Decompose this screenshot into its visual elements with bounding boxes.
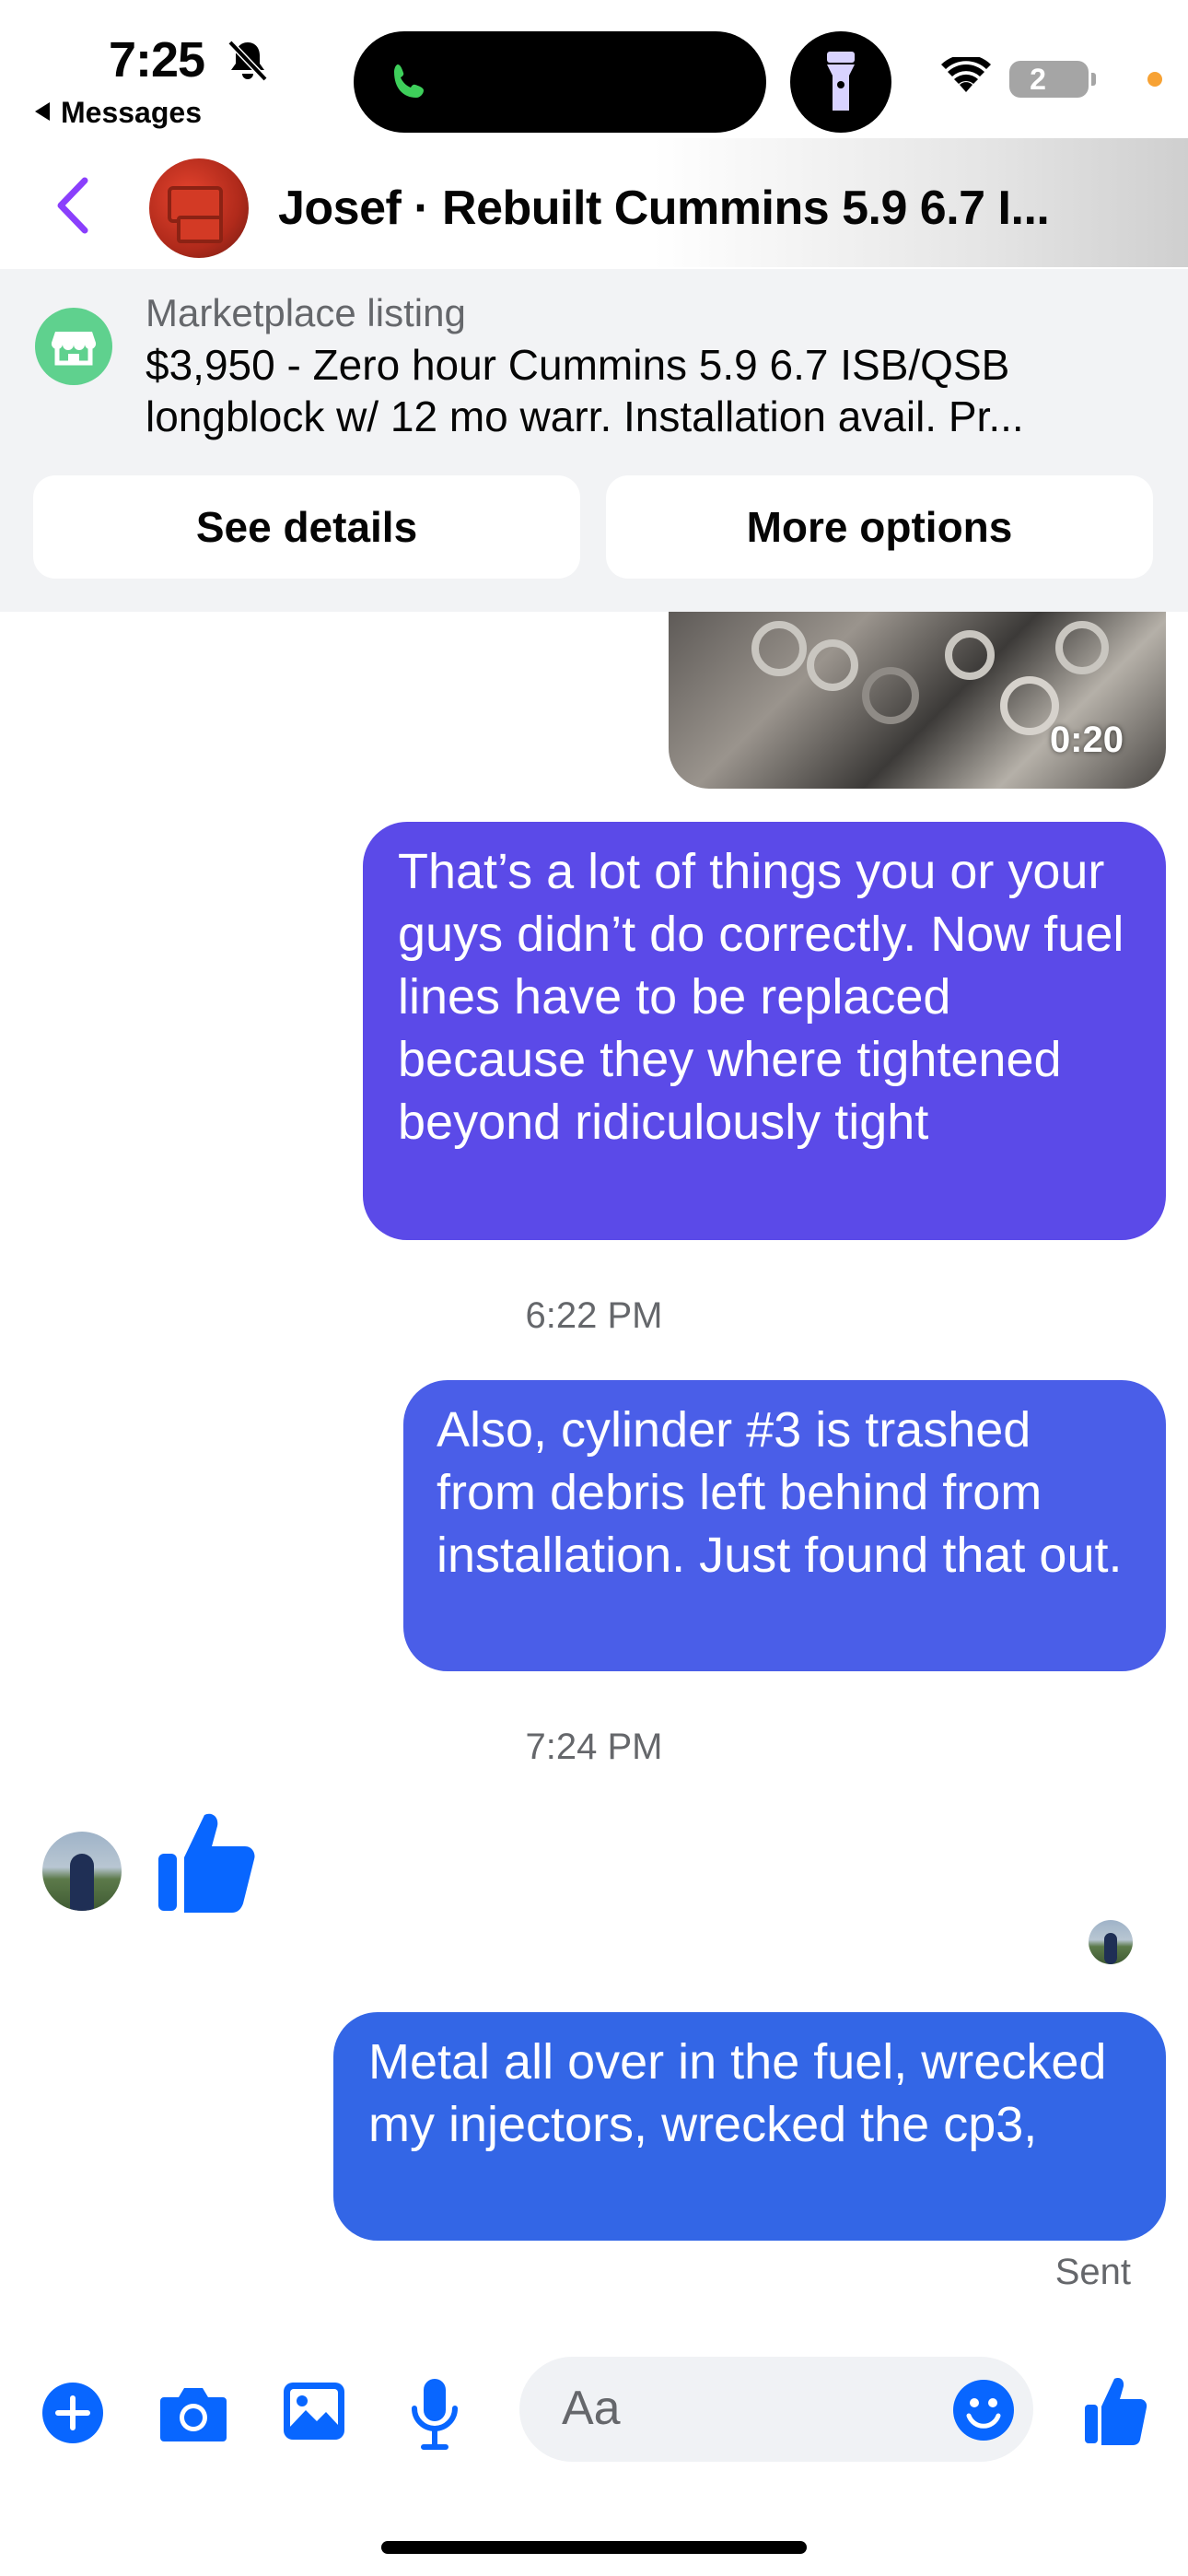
emoji-icon[interactable] [952,2379,1015,2441]
status-bar: 7:25 Messages 2 [0,0,1188,138]
listing-description[interactable]: $3,950 - Zero hour Cummins 5.9 6.7 ISB/Q… [146,339,1140,442]
camera-icon[interactable] [158,2383,228,2443]
microphone-icon[interactable] [409,2377,460,2451]
chevron-left-icon[interactable] [46,173,101,238]
see-details-button[interactable]: See details [33,475,580,579]
chat-header: Josef · Rebuilt Cummins 5.9 6.7 I... [0,138,1188,267]
chat-title[interactable]: Josef · Rebuilt Cummins 5.9 6.7 I... [278,181,1162,236]
bell-slash-icon [227,40,268,82]
message-input[interactable]: Aa [519,2357,1033,2462]
message-timestamp: 6:22 PM [525,1295,663,1336]
thumbs-up-icon[interactable] [157,1808,256,1914]
video-duration: 0:20 [1049,720,1124,760]
plus-icon[interactable] [41,2381,105,2445]
storefront-icon [35,308,112,385]
more-options-button[interactable]: More options [606,475,1153,579]
message-composer: Aa [0,2340,1188,2488]
sent-message-bubble[interactable]: Metal all over in the fuel, wrecked my i… [333,2012,1166,2241]
read-receipt-avatar [1089,1920,1133,1964]
battery-icon: 2 [1009,61,1096,98]
dynamic-island[interactable] [354,31,766,133]
back-app-label: Messages [61,96,202,129]
wifi-icon [941,57,991,92]
thumbs-up-icon[interactable] [1083,2373,1147,2447]
back-to-messages-link[interactable]: Messages [35,96,202,130]
sent-message-bubble[interactable]: That’s a lot of things you or your guys … [363,822,1166,1240]
sender-avatar[interactable] [42,1832,122,1911]
home-indicator[interactable] [381,2541,807,2554]
video-message-thumbnail[interactable]: 0:20 [669,612,1166,789]
contact-avatar[interactable] [149,158,249,258]
back-triangle-icon [35,102,50,121]
photo-icon[interactable] [282,2381,346,2441]
message-timestamp: 7:24 PM [525,1727,663,1767]
flashlight-indicator[interactable] [790,31,891,133]
marketplace-label: Marketplace listing [146,291,466,334]
sent-message-bubble[interactable]: Also, cylinder #3 is trashed from debris… [403,1380,1166,1671]
privacy-indicator-dot [1147,72,1162,87]
phone-icon [394,64,424,98]
input-placeholder: Aa [562,2382,621,2435]
sent-status: Sent [1054,2252,1131,2292]
flashlight-icon [827,52,855,111]
marketplace-listing-banner: Marketplace listing $3,950 - Zero hour C… [0,269,1188,612]
status-time: 7:25 [109,32,205,88]
battery-count: 2 [1030,63,1046,96]
